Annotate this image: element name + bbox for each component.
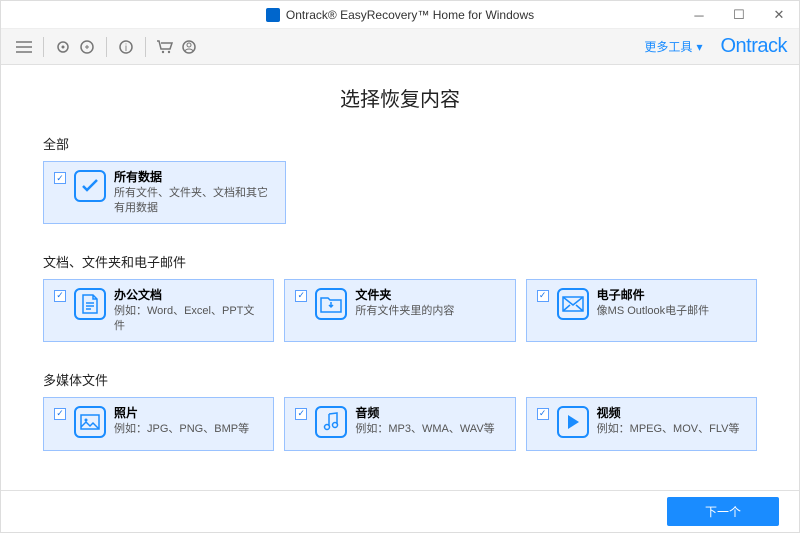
- music-note-icon: [315, 406, 347, 438]
- envelope-icon: [557, 288, 589, 320]
- check-icon: [74, 170, 106, 202]
- checkbox[interactable]: ✓: [295, 290, 307, 302]
- checkbox[interactable]: ✓: [537, 290, 549, 302]
- cart-icon[interactable]: [154, 36, 176, 58]
- card-title: 视频: [597, 406, 746, 420]
- titlebar: Ontrack® EasyRecovery™ Home for Windows …: [1, 1, 799, 29]
- section-heading: 文档、文件夹和电子邮件: [43, 252, 757, 271]
- brand-logo: Ontrack: [720, 35, 787, 58]
- checkbox[interactable]: ✓: [54, 408, 66, 420]
- minimize-button[interactable]: ─: [679, 1, 719, 29]
- gear-icon[interactable]: [52, 36, 74, 58]
- chevron-down-icon: ▾: [696, 40, 702, 54]
- card-title: 文件夹: [355, 288, 504, 302]
- section-media: 多媒体文件 ✓ 照片 例如：JPG、PNG、BMP等 ✓ 音频 例如：MP3、W…: [43, 370, 757, 451]
- separator: [43, 37, 44, 57]
- app-icon: [266, 8, 280, 22]
- card-audio[interactable]: ✓ 音频 例如：MP3、WMA、WAV等: [284, 397, 515, 451]
- separator: [106, 37, 107, 57]
- card-desc: 例如：Word、Excel、PPT文件: [114, 304, 263, 333]
- card-email[interactable]: ✓ 电子邮件 像MS Outlook电子邮件: [526, 279, 757, 342]
- card-desc: 像MS Outlook电子邮件: [597, 304, 746, 318]
- card-video[interactable]: ✓ 视频 例如：MPEG、MOV、FLV等: [526, 397, 757, 451]
- card-office-docs[interactable]: ✓ 办公文档 例如：Word、Excel、PPT文件: [43, 279, 274, 342]
- more-tools-label: 更多工具: [644, 38, 692, 55]
- card-title: 照片: [114, 406, 263, 420]
- page-title: 选择恢复内容: [1, 83, 799, 112]
- user-icon[interactable]: [178, 36, 200, 58]
- card-title: 电子邮件: [597, 288, 746, 302]
- checkbox[interactable]: ✓: [54, 290, 66, 302]
- play-icon: [557, 406, 589, 438]
- card-desc: 例如：MP3、WMA、WAV等: [355, 422, 504, 436]
- window-title: Ontrack® EasyRecovery™ Home for Windows: [286, 8, 534, 22]
- section-all: 全部 ✓ 所有数据 所有文件、文件夹、文档和其它有用数据: [43, 134, 757, 224]
- section-heading: 全部: [43, 134, 757, 153]
- next-button[interactable]: 下一个: [667, 497, 779, 526]
- separator: [145, 37, 146, 57]
- folder-download-icon: [315, 288, 347, 320]
- checkbox[interactable]: ✓: [54, 172, 66, 184]
- card-folder[interactable]: ✓ 文件夹 所有文件夹里的内容: [284, 279, 515, 342]
- image-icon: [74, 406, 106, 438]
- footer: 下一个: [1, 490, 799, 532]
- toolbar: i 更多工具 ▾ Ontrack: [1, 29, 799, 65]
- maximize-button[interactable]: ☐: [719, 1, 759, 29]
- card-desc: 所有文件、文件夹、文档和其它有用数据: [114, 186, 275, 215]
- card-desc: 例如：MPEG、MOV、FLV等: [597, 422, 746, 436]
- section-docs: 文档、文件夹和电子邮件 ✓ 办公文档 例如：Word、Excel、PPT文件 ✓…: [43, 252, 757, 342]
- card-title: 办公文档: [114, 288, 263, 302]
- close-button[interactable]: ✕: [759, 1, 799, 29]
- card-desc: 例如：JPG、PNG、BMP等: [114, 422, 263, 436]
- document-icon: [74, 288, 106, 320]
- card-photo[interactable]: ✓ 照片 例如：JPG、PNG、BMP等: [43, 397, 274, 451]
- section-heading: 多媒体文件: [43, 370, 757, 389]
- more-tools-link[interactable]: 更多工具 ▾: [644, 38, 702, 55]
- history-icon[interactable]: [76, 36, 98, 58]
- card-title: 所有数据: [114, 170, 275, 184]
- svg-text:i: i: [125, 43, 127, 54]
- card-desc: 所有文件夹里的内容: [355, 304, 504, 318]
- checkbox[interactable]: ✓: [295, 408, 307, 420]
- card-all-data[interactable]: ✓ 所有数据 所有文件、文件夹、文档和其它有用数据: [43, 161, 286, 224]
- info-icon[interactable]: i: [115, 36, 137, 58]
- checkbox[interactable]: ✓: [537, 408, 549, 420]
- menu-icon[interactable]: [13, 36, 35, 58]
- card-title: 音频: [355, 406, 504, 420]
